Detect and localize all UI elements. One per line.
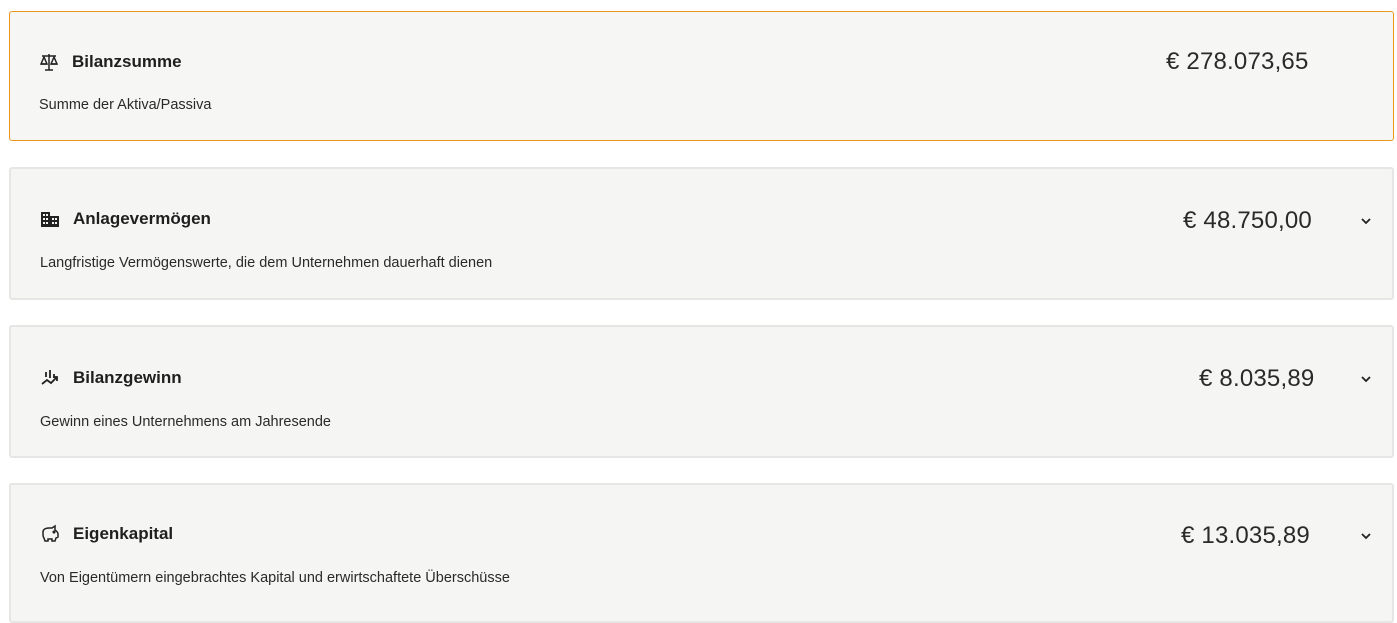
card-header: Bilanzsumme <box>39 52 182 72</box>
balance-scale-icon <box>39 52 59 72</box>
balance-total-card: Bilanzsumme € 278.073,65 Summe der Aktiv… <box>9 11 1394 141</box>
card-amount: € 8.035,89 <box>1199 365 1315 392</box>
card-header: Bilanzgewinn <box>40 368 182 388</box>
card-title: Eigenkapital <box>73 524 174 543</box>
card-amount: € 13.035,89 <box>1181 522 1310 549</box>
card-description: Von Eigentümern eingebrachtes Kapital un… <box>40 570 510 586</box>
buildings-icon <box>40 209 60 229</box>
card-description: Gewinn eines Unternehmens am Jahresende <box>40 414 331 430</box>
card-description: Langfristige Vermögenswerte, die dem Unt… <box>40 255 493 271</box>
card-amount: € 278.073,65 <box>1166 48 1309 75</box>
card-description: Summe der Aktiva/Passiva <box>39 97 212 113</box>
chevron-down-icon[interactable] <box>1359 531 1373 541</box>
chart-trend-icon <box>40 368 60 388</box>
piggy-bank-icon <box>40 524 60 544</box>
card-header: Anlagevermögen <box>40 209 211 229</box>
chevron-down-icon[interactable] <box>1359 216 1373 226</box>
equity-card[interactable]: Eigenkapital € 13.035,89 Von Eigentümern… <box>9 483 1394 623</box>
chevron-down-icon[interactable] <box>1359 374 1373 384</box>
card-title: Anlagevermögen <box>73 209 211 228</box>
fixed-assets-card[interactable]: Anlagevermögen € 48.750,00 Langfristige … <box>9 167 1394 300</box>
card-header: Eigenkapital <box>40 524 173 544</box>
balance-profit-card[interactable]: Bilanzgewinn € 8.035,89 Gewinn eines Unt… <box>9 325 1394 458</box>
card-title: Bilanzgewinn <box>73 368 182 387</box>
card-amount: € 48.750,00 <box>1183 207 1312 234</box>
card-title: Bilanzsumme <box>72 52 182 71</box>
